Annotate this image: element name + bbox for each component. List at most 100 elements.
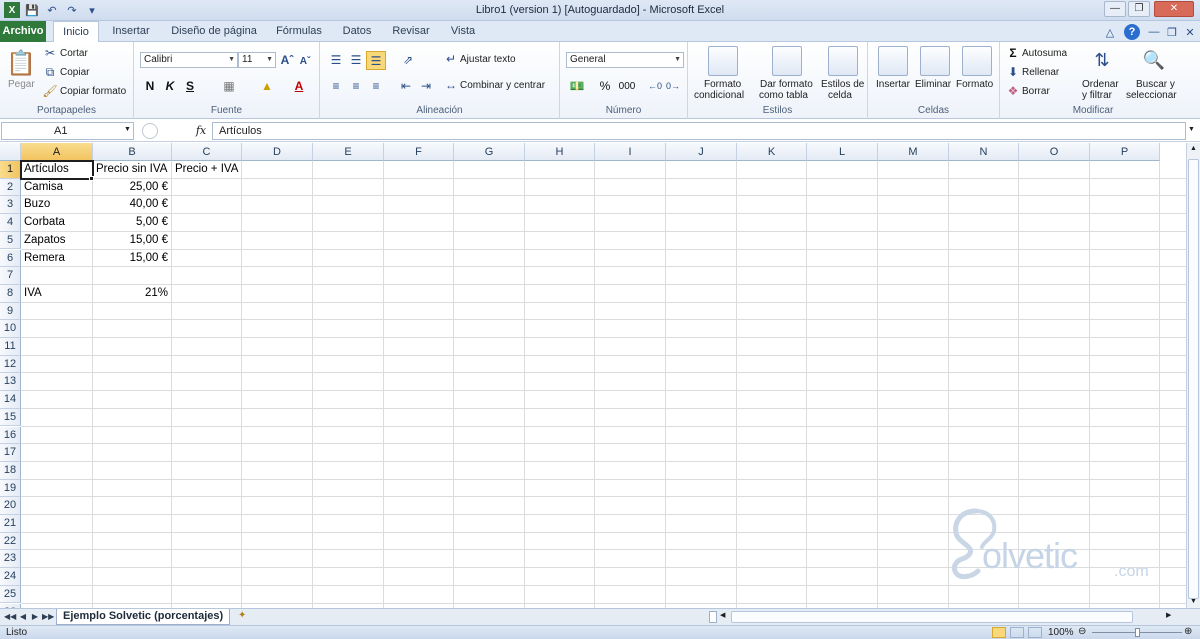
column-header-f[interactable]: F <box>384 143 454 161</box>
format-as-table-button[interactable]: Dar formato <box>760 79 813 90</box>
zoom-slider-thumb[interactable] <box>1135 628 1140 637</box>
page-break-view-icon[interactable] <box>1028 627 1042 638</box>
fill-handle[interactable] <box>89 175 94 181</box>
row-header-15[interactable]: 15 <box>0 408 21 427</box>
conditional-format-button[interactable]: Formato <box>704 79 741 90</box>
row-header-4[interactable]: 4 <box>0 214 21 232</box>
select-all-corner[interactable] <box>0 143 21 161</box>
column-header-g[interactable]: G <box>454 143 525 161</box>
column-header-p[interactable]: P <box>1090 143 1160 161</box>
column-header-i[interactable]: I <box>595 143 666 161</box>
column-header-d[interactable]: D <box>242 143 313 161</box>
expand-formula-bar-icon[interactable]: ▼ <box>1188 126 1195 133</box>
row-header-25[interactable]: 25 <box>0 585 21 604</box>
help-icon[interactable]: ? <box>1124 24 1140 40</box>
align-right-icon[interactable]: ≡ <box>368 78 384 94</box>
next-sheet-icon[interactable]: ▶ <box>30 611 40 623</box>
cell-b2[interactable]: 25,00 € <box>95 179 168 196</box>
last-sheet-icon[interactable]: ▶▶ <box>42 611 54 623</box>
orientation-icon[interactable]: ⇗ <box>396 52 420 68</box>
paste-icon[interactable]: 📋 <box>6 46 36 80</box>
row-header-7[interactable]: 7 <box>0 267 21 285</box>
align-bottom-icon[interactable]: ☰ <box>366 51 386 70</box>
borders-icon[interactable]: ▦ <box>220 78 238 94</box>
horizontal-scroll-thumb[interactable] <box>731 611 1133 623</box>
cell-b6[interactable]: 15,00 € <box>95 250 168 267</box>
increase-indent-icon[interactable]: ⇥ <box>418 78 434 94</box>
row-header-23[interactable]: 23 <box>0 550 21 569</box>
sort-filter-button[interactable]: Ordenar <box>1082 79 1119 90</box>
formula-bar-handle-icon[interactable] <box>142 123 158 139</box>
tab-diseno-pagina[interactable]: Diseño de página <box>166 21 262 42</box>
sheet-tab[interactable]: Ejemplo Solvetic (porcentajes) <box>56 609 231 625</box>
clear-button[interactable]: Borrar <box>1022 86 1050 97</box>
italic-button[interactable]: K <box>162 78 178 94</box>
grow-font-icon[interactable]: Aˆ <box>280 52 294 68</box>
cell-a3[interactable]: Buzo <box>24 196 50 213</box>
workbook-minimize-icon[interactable]: — <box>1146 24 1162 40</box>
cell-b3[interactable]: 40,00 € <box>95 196 168 213</box>
row-header-2[interactable]: 2 <box>0 178 21 197</box>
row-header-9[interactable]: 9 <box>0 302 21 321</box>
cell-a6[interactable]: Remera <box>24 250 65 267</box>
row-header-22[interactable]: 22 <box>0 532 21 551</box>
scroll-up-icon[interactable]: ▲ <box>1188 145 1199 155</box>
row-header-11[interactable]: 11 <box>0 338 21 356</box>
page-layout-view-icon[interactable] <box>1010 627 1024 638</box>
scroll-left-icon[interactable]: ◀ <box>720 611 725 619</box>
underline-button[interactable]: S <box>182 78 198 94</box>
format-painter-button[interactable]: Copiar formato <box>60 86 126 97</box>
cell-a2[interactable]: Camisa <box>24 179 63 196</box>
copy-button[interactable]: Copiar <box>60 67 89 78</box>
increase-decimal-icon[interactable]: ←0 <box>646 78 664 94</box>
workbook-restore-icon[interactable]: ❐ <box>1164 24 1180 40</box>
vertical-scrollbar[interactable]: ▲ ▼ <box>1186 143 1200 608</box>
cell-c1[interactable]: Precio + IVA <box>175 161 238 178</box>
normal-view-icon[interactable] <box>992 627 1006 638</box>
row-header-5[interactable]: 5 <box>0 231 21 250</box>
row-header-1[interactable]: 1 <box>0 161 21 179</box>
row-header-6[interactable]: 6 <box>0 249 21 268</box>
zoom-in-icon[interactable]: ⊕ <box>1184 626 1192 637</box>
name-box[interactable]: A1 <box>1 122 134 140</box>
cell-a8[interactable]: IVA <box>24 285 42 302</box>
row-header-24[interactable]: 24 <box>0 568 21 586</box>
align-top-icon[interactable]: ☰ <box>328 52 344 68</box>
format-painter-icon[interactable]: 🖌 <box>42 84 57 98</box>
sort-filter-icon[interactable]: ⇅ <box>1088 46 1116 74</box>
insert-cells-icon[interactable] <box>878 46 908 76</box>
copy-icon[interactable]: ⧉ <box>43 65 57 79</box>
find-select-button[interactable]: Buscar y <box>1136 79 1175 90</box>
cell-styles-icon[interactable] <box>828 46 858 76</box>
row-header-3[interactable]: 3 <box>0 196 21 215</box>
format-as-table-icon[interactable] <box>772 46 802 76</box>
format-cells-button[interactable]: Formato <box>956 79 993 90</box>
percent-button[interactable]: % <box>598 78 612 94</box>
tab-vista[interactable]: Vista <box>444 21 482 42</box>
row-header-16[interactable]: 16 <box>0 426 21 445</box>
fill-color-icon[interactable]: ▲ <box>258 78 276 94</box>
row-header-17[interactable]: 17 <box>0 444 21 462</box>
number-format-select[interactable]: General ▼ <box>566 52 684 68</box>
tab-split-handle[interactable] <box>709 611 717 623</box>
cell-b5[interactable]: 15,00 € <box>95 232 168 249</box>
wrap-text-button[interactable]: Ajustar texto <box>460 54 516 65</box>
scroll-down-icon[interactable]: ▼ <box>1188 598 1199 608</box>
shrink-font-icon[interactable]: Aˇ <box>298 54 312 68</box>
font-name-select[interactable]: Calibri ▼ <box>140 52 238 68</box>
insert-function-button[interactable]: fx <box>192 122 210 140</box>
zoom-level[interactable]: 100% <box>1048 627 1074 638</box>
autosum-icon[interactable]: Σ <box>1006 46 1020 60</box>
delete-cells-button[interactable]: Eliminar <box>915 79 951 90</box>
tab-datos[interactable]: Datos <box>336 21 378 42</box>
merge-center-button[interactable]: Combinar y centrar <box>460 80 545 91</box>
cell-a4[interactable]: Corbata <box>24 214 65 231</box>
column-header-h[interactable]: H <box>525 143 595 161</box>
paste-button[interactable]: Pegar <box>8 79 35 90</box>
insert-cells-button[interactable]: Insertar <box>876 79 910 90</box>
conditional-format-icon[interactable] <box>708 46 738 76</box>
cell-b4[interactable]: 5,00 € <box>95 214 168 231</box>
align-middle-icon[interactable]: ☰ <box>348 52 364 68</box>
column-header-a[interactable]: A <box>21 143 93 161</box>
minimize-ribbon-icon[interactable]: △ <box>1102 24 1118 40</box>
